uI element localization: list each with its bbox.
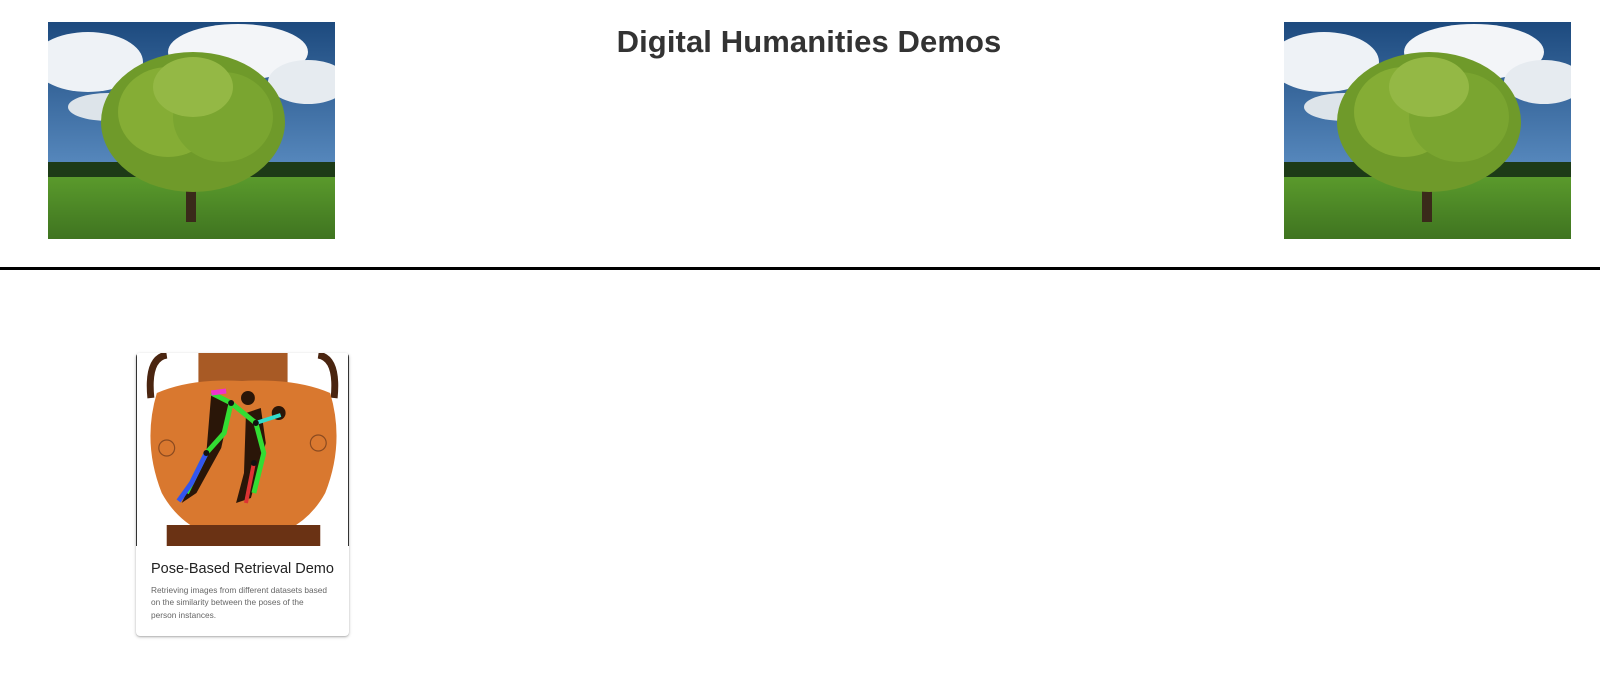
demo-card-pose-retrieval[interactable]: Pose-Based Retrieval Demo Retrieving ima… xyxy=(136,353,349,636)
card-description: Retrieving images from different dataset… xyxy=(151,585,328,620)
tree-landscape-image-right xyxy=(1284,22,1571,239)
page: Digital Humanities Demos Pose-Based Retr… xyxy=(0,0,1600,678)
card-title[interactable]: Pose-Based Retrieval Demo xyxy=(151,561,346,577)
greek-vase-pose-image[interactable] xyxy=(136,353,349,546)
header: Digital Humanities Demos xyxy=(0,0,1600,270)
header-divider xyxy=(0,267,1600,270)
